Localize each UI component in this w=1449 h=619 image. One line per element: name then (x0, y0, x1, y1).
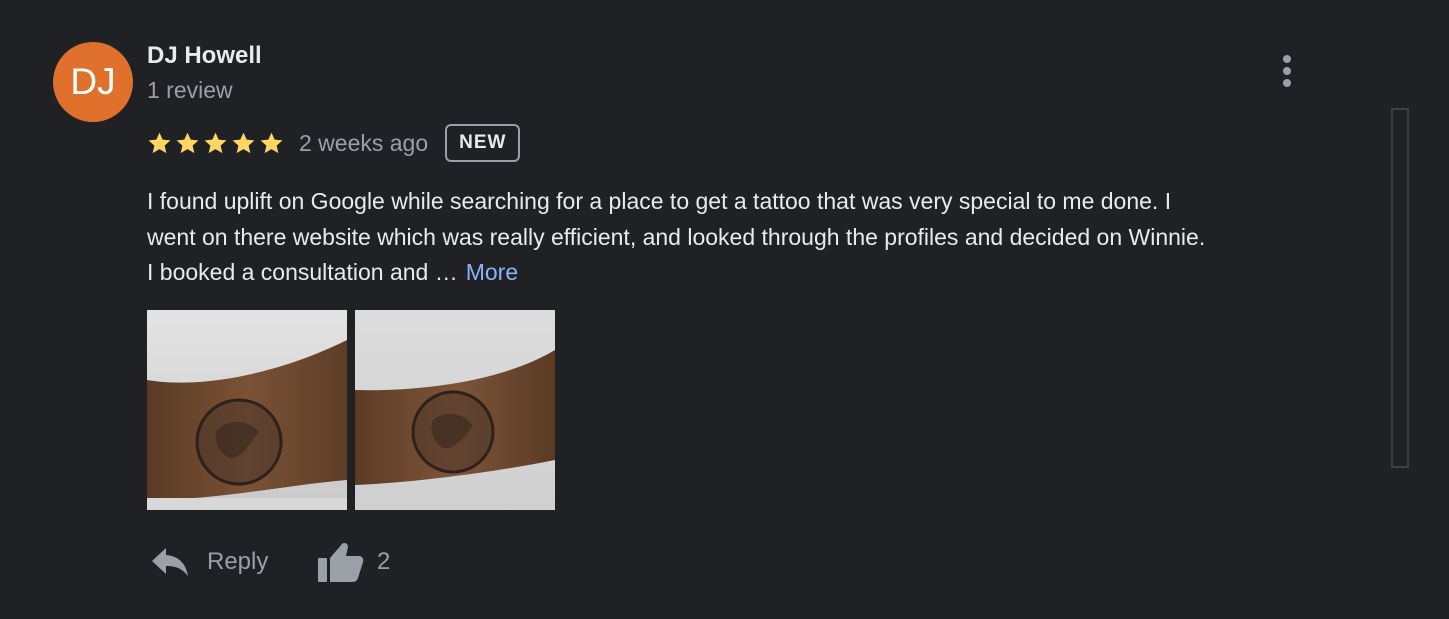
star-icon (204, 132, 227, 153)
star-icon (176, 132, 199, 153)
thumbs-up-icon (318, 543, 364, 582)
star-icon (148, 132, 171, 153)
like-button[interactable]: 2 (316, 537, 390, 587)
star-rating (147, 131, 284, 156)
scrollbar[interactable] (1391, 108, 1409, 468)
new-badge: NEW (445, 124, 521, 162)
avatar[interactable]: DJ (53, 42, 133, 122)
reply-label: Reply (207, 548, 269, 575)
tattoo-photo-image (147, 310, 347, 510)
like-count: 2 (377, 548, 391, 575)
more-link[interactable]: More (466, 259, 518, 285)
star-icon (232, 132, 255, 153)
review-text-line: went on there website which was really e… (147, 223, 1206, 250)
reply-icon (152, 548, 188, 576)
review-photo[interactable] (147, 310, 347, 510)
tattoo-photo-image (355, 310, 555, 510)
rating-row: 2 weeks ago NEW (147, 122, 521, 164)
reply-button[interactable]: Reply (150, 537, 268, 587)
more-vert-icon (1283, 55, 1291, 87)
review-photo[interactable] (355, 310, 555, 510)
review-time: 2 weeks ago (299, 129, 429, 156)
star-icon (260, 132, 283, 153)
reviewer-name[interactable]: DJ Howell (147, 42, 262, 70)
review-text: I found uplift on Google while searching… (147, 184, 1357, 291)
review-text-line: I booked a consultation and … More (147, 255, 1357, 291)
review-text-line-content: I booked a consultation and … (147, 259, 458, 285)
more-options-button[interactable] (1270, 52, 1304, 92)
reviewer-review-count: 1 review (147, 77, 233, 103)
review-text-line: I found uplift on Google while searching… (147, 188, 1172, 214)
